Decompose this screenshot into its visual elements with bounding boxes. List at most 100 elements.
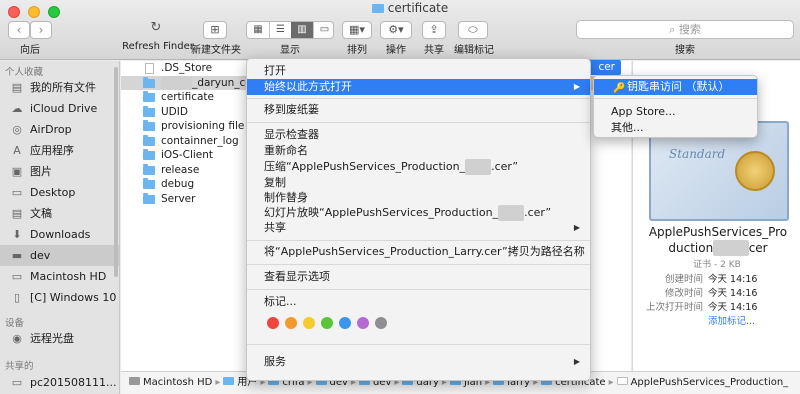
windows-disk-icon: ▯: [13, 291, 21, 304]
path-item[interactable]: Macintosh HD ▸: [129, 377, 220, 388]
menu-item-copy-path[interactable]: 将“ApplePushServices_Production_Larry.cer…: [247, 244, 590, 260]
minimize-window-icon[interactable]: [28, 6, 40, 18]
chevron-right-icon: ▸: [608, 377, 614, 388]
forward-button[interactable]: ›: [30, 21, 52, 39]
file-name: release: [161, 163, 200, 176]
folder-icon: [371, 4, 384, 13]
sidebar-item[interactable]: ▣ 图片: [0, 161, 119, 182]
folder-icon: [143, 178, 155, 189]
menu-separator: [594, 98, 757, 99]
new-folder-button[interactable]: ⊞: [203, 21, 227, 39]
tag-color-dot[interactable]: [321, 317, 333, 329]
sidebar-item-label: Desktop: [30, 186, 76, 199]
downloads-icon: ⬇: [12, 228, 22, 241]
menu-separator: [247, 344, 590, 345]
preview-filename: ApplePushServices_Pro ductionxxxxxcer: [648, 225, 788, 256]
sidebar-item-label: 应用程序: [30, 144, 74, 157]
tag-color-dot[interactable]: [303, 317, 315, 329]
menu-item-tags[interactable]: 标记...: [247, 294, 590, 310]
view-label: 显示: [280, 45, 300, 56]
menu-item-move-to-trash[interactable]: 移到废纸篓: [247, 102, 590, 118]
add-tags-link[interactable]: 添加标记...: [708, 313, 755, 327]
computer-icon: ▭: [11, 376, 23, 389]
submenu-item-keychain[interactable]: 🔑 钥匙串访问 （默认）: [594, 79, 757, 95]
menu-item-compress[interactable]: 压缩“ApplePushServices_Production_xxxx.cer…: [247, 159, 590, 175]
sidebar-item-label: 文稿: [30, 207, 52, 220]
sidebar: 个人收藏 ▤ 我的所有文件 ☁ iCloud Drive ◎ AirDrop A 应用程序 ▣ 图…: [0, 61, 120, 394]
sidebar-item[interactable]: ⬇ Downloads: [0, 224, 119, 245]
sidebar-item-label: dev: [30, 249, 51, 262]
refresh-icon[interactable]: ↻: [146, 20, 166, 35]
sidebar-item[interactable]: ▭ Desktop: [0, 182, 119, 203]
opened-label: 上次打开时间: [645, 302, 703, 313]
menu-separator: [247, 264, 590, 265]
column-view-icon[interactable]: ▥: [291, 22, 313, 38]
sidebar-item-label: Downloads: [30, 228, 91, 241]
sidebar-item[interactable]: ▭ Macintosh HD: [0, 266, 119, 287]
sidebar-item[interactable]: ☁ iCloud Drive: [0, 98, 119, 119]
zoom-window-icon[interactable]: [48, 6, 60, 18]
tag-color-dot[interactable]: [357, 317, 369, 329]
submenu-arrow-icon: ▶: [573, 82, 580, 91]
sidebar-item-label: [C] Windows 10: [30, 291, 117, 304]
menu-item-get-info[interactable]: 显示检查器: [247, 127, 590, 143]
tag-color-dot[interactable]: [267, 317, 279, 329]
sidebar-item[interactable]: ▬ dev: [0, 245, 119, 266]
close-window-icon[interactable]: [8, 6, 20, 18]
sidebar-item[interactable]: ▤ 文稿: [0, 203, 119, 224]
menu-item-make-alias[interactable]: 制作替身: [247, 190, 590, 206]
path-item-label: Macintosh HD: [143, 377, 213, 388]
menu-item-slideshow[interactable]: 幻灯片放映“ApplePushServices_Production_xxxx.…: [247, 205, 590, 221]
chevron-left-icon: ‹: [16, 23, 22, 37]
tag-color-dot[interactable]: [375, 317, 387, 329]
share-button[interactable]: ⇪: [422, 21, 446, 39]
coverflow-view-icon[interactable]: ▭: [313, 22, 333, 38]
airdrop-icon: ◎: [12, 123, 22, 136]
sidebar-item-remote-disc[interactable]: ◉ 远程光盘: [0, 328, 119, 349]
certificate-standard-text: Standard: [669, 147, 726, 161]
tag-color-dot[interactable]: [339, 317, 351, 329]
applications-icon: A: [13, 144, 21, 157]
file-name: certificate: [161, 91, 214, 103]
folder-icon: [143, 192, 155, 204]
gear-icon: ⚙▾: [388, 23, 404, 36]
list-view-icon[interactable]: ☰: [269, 22, 291, 38]
sidebar-item-label: 我的所有文件: [30, 81, 96, 94]
search-input[interactable]: ⌕ 搜索: [576, 20, 794, 39]
open-with-submenu: 🔑 钥匙串访问 （默认） App Store... 其他...: [593, 75, 758, 138]
sidebar-scrollbar[interactable]: [114, 67, 118, 277]
sidebar-item[interactable]: ▯ [C] Windows 10: [0, 287, 119, 308]
arrange-button[interactable]: ▦▾: [342, 21, 372, 39]
submenu-item-app-store[interactable]: App Store...: [594, 104, 757, 120]
menu-item-services[interactable]: 服务 ▶: [247, 354, 590, 370]
file-name: iOS-Client: [161, 149, 214, 161]
menu-item-duplicate[interactable]: 复制: [247, 175, 590, 191]
sidebar-item-shared-pc[interactable]: ▭ pc201508111...: [0, 372, 119, 393]
submenu-item-other[interactable]: 其他...: [594, 120, 757, 136]
icon-view-icon[interactable]: ▦: [247, 22, 269, 38]
menu-item-share[interactable]: 共享 ▶: [247, 220, 590, 236]
folder-icon: [143, 134, 155, 146]
folder-icon: [143, 163, 155, 175]
file-name: .DS_Store: [161, 62, 213, 74]
keychain-icon: 🔑: [613, 83, 626, 94]
refresh-finder-button[interactable]: Refresh Finder: [120, 41, 196, 52]
action-button[interactable]: ⚙▾: [380, 21, 412, 39]
file-icon: [616, 377, 628, 385]
menu-item-view-options[interactable]: 查看显示选项: [247, 269, 590, 285]
view-segmented-control[interactable]: ▦ ☰ ▥ ▭: [246, 21, 334, 39]
documents-icon: ▤: [11, 207, 23, 220]
menu-item-rename[interactable]: 重新命名: [247, 143, 590, 159]
edit-tags-button[interactable]: ⬭: [458, 21, 488, 39]
tag-color-dot[interactable]: [285, 317, 297, 329]
sidebar-item[interactable]: ▤ 我的所有文件: [0, 77, 119, 98]
menu-item-open[interactable]: 打开: [247, 63, 590, 79]
sidebar-item[interactable]: ◎ AirDrop: [0, 119, 119, 140]
desktop-icon: ▭: [11, 186, 23, 199]
sidebar-item[interactable]: A 应用程序: [0, 140, 119, 161]
path-item[interactable]: ApplePushServices_Production_: [616, 377, 788, 388]
back-button[interactable]: ‹: [8, 21, 30, 39]
menu-item-open-with[interactable]: 始终以此方式打开 ▶: [247, 79, 590, 95]
submenu-arrow-icon: ▶: [573, 357, 580, 366]
sidebar-header-favorites: 个人收藏: [5, 67, 44, 78]
